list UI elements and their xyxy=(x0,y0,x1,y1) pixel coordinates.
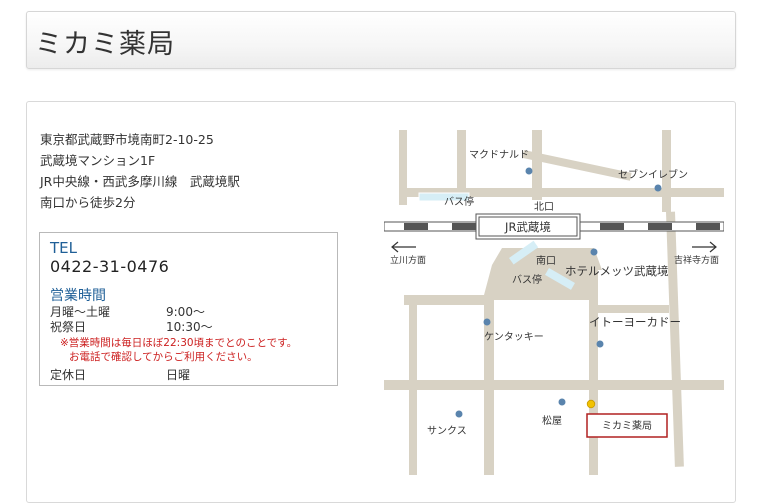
sunkus-label: サンクス xyxy=(427,425,467,437)
mcdonalds-marker xyxy=(525,167,533,175)
road xyxy=(665,211,684,467)
hours-note-line: ※営業時間は毎日ほぼ22:30頃までとのことです。 xyxy=(60,337,298,349)
rail-segment xyxy=(404,223,428,230)
mikami-label: ミカミ薬局 xyxy=(602,420,652,432)
matsuya-label: 松屋 xyxy=(542,414,562,427)
address-line: 南口から徒歩2分 xyxy=(40,195,136,210)
road xyxy=(409,295,417,380)
address-line: 武蔵境マンション1F xyxy=(40,153,156,168)
station-label: JR武蔵境 xyxy=(504,220,551,234)
south-exit-label: 南口 xyxy=(536,254,556,267)
closed-value: 日曜 xyxy=(166,368,191,382)
left-direction-label: 立川方面 xyxy=(390,254,426,266)
store-address: 東京都武蔵野市境南町2-10-25 武蔵境マンション1F JR中央線・西武多摩川… xyxy=(40,129,240,213)
rail-segment xyxy=(696,223,720,230)
mcdonalds-label: マクドナルド xyxy=(469,149,529,161)
kfc-marker xyxy=(483,318,491,326)
mikami-marker xyxy=(586,399,596,409)
matsuya-marker xyxy=(558,398,566,406)
road xyxy=(457,130,466,192)
hours-row: 祝祭日 10:30～ xyxy=(50,318,213,335)
bus-stop-north-label: バス停 xyxy=(444,195,474,208)
hotel-mets-marker xyxy=(590,248,598,256)
rail-segment xyxy=(452,223,476,230)
hotel-mets-label: ホテルメッツ武蔵境 xyxy=(565,264,669,278)
hours-day: 月曜～土曜 xyxy=(50,305,111,319)
right-direction-label: 吉祥寺方面 xyxy=(674,254,719,266)
address-line: 東京都武蔵野市境南町2-10-25 xyxy=(40,132,214,147)
hours-title: 営業時間 xyxy=(50,288,106,304)
access-map: JR武蔵境 立川方面 吉祥寺方面 北口 南口 バス停 バス停 マクドナルド セブ… xyxy=(384,130,724,475)
road xyxy=(532,130,542,200)
road xyxy=(589,305,669,313)
north-exit-label: 北口 xyxy=(534,201,554,213)
hours-time: 10:30～ xyxy=(166,320,213,334)
itoyokado-marker xyxy=(596,340,604,348)
access-map-svg: JR武蔵境 立川方面 吉祥寺方面 北口 南口 バス停 バス停 マクドナルド セブ… xyxy=(384,130,724,475)
rail-segment xyxy=(648,223,672,230)
hours-note: ※営業時間は毎日ほぼ22:30頃までとのことです。 お電話で確認してからご利用く… xyxy=(60,336,297,364)
contact-hours-box: TEL 0422-31-0476 営業時間 月曜～土曜 9:00～ 祝祭日 10… xyxy=(39,232,338,386)
sunkus-marker xyxy=(455,410,463,418)
page-title: ミカミ薬局 xyxy=(35,29,175,60)
store-info-panel: 東京都武蔵野市境南町2-10-25 武蔵境マンション1F JR中央線・西武多摩川… xyxy=(26,101,736,503)
hours-note-line: お電話で確認してからご利用ください。 xyxy=(69,351,258,363)
tel-label: TEL xyxy=(50,239,77,257)
kfc-label: ケンタッキー xyxy=(484,331,544,343)
address-line: JR中央線・西武多摩川線 武蔵境駅 xyxy=(40,174,240,189)
closed-row: 定休日 日曜 xyxy=(50,366,190,383)
hours-day: 祝祭日 xyxy=(50,320,87,334)
closed-label: 定休日 xyxy=(50,368,87,382)
rail-segment xyxy=(600,223,624,230)
seven-eleven-label: セブンイレブン xyxy=(618,168,688,181)
tel-number: 0422-31-0476 xyxy=(50,257,170,276)
road xyxy=(409,390,417,475)
seven-eleven-marker xyxy=(654,184,662,192)
bus-stop-south-label: バス停 xyxy=(512,273,542,286)
page-header: ミカミ薬局 xyxy=(26,11,736,69)
itoyokado-label: イトーヨーカドー xyxy=(589,315,681,329)
